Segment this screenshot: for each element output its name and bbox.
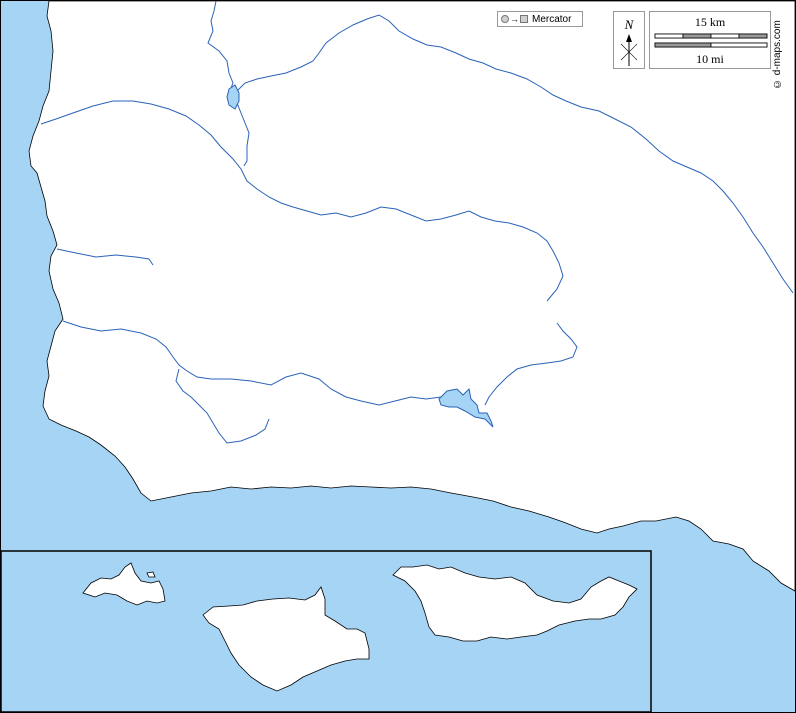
projection-label: Mercator	[532, 13, 572, 25]
square-icon	[520, 15, 528, 23]
north-label: N	[624, 17, 634, 32]
projection-icon	[501, 15, 509, 23]
north-arrow-box: N	[613, 11, 645, 69]
scale-bar-mi	[654, 42, 768, 48]
arrow-icon: →	[510, 13, 519, 24]
projection-box: → Mercator	[497, 11, 583, 27]
map-canvas	[1, 1, 795, 712]
credit-label: © d-maps.com	[772, 20, 783, 89]
scale-mi-label: 10 mi	[696, 52, 724, 66]
map-frame: → Mercator N 15 km 10 mi © d-maps.com	[0, 0, 796, 713]
scale-bar-box: 15 km 10 mi	[649, 11, 771, 69]
compass-icon	[620, 34, 638, 66]
lake-north	[226, 84, 240, 110]
scale-bar-km	[654, 33, 768, 39]
